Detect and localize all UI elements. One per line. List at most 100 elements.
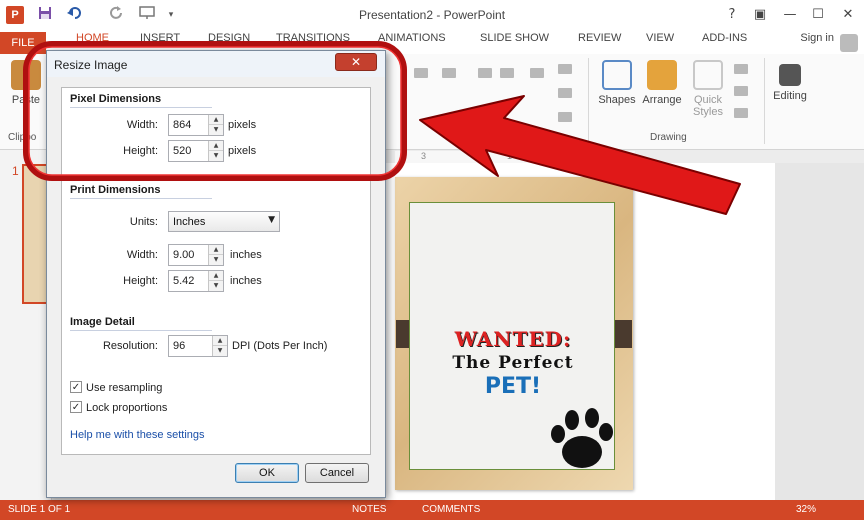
use-resampling-checkbox[interactable]: ✓ [70,381,82,393]
spin-up-icon[interactable]: ▲ [209,271,223,281]
shapes-label: Shapes [598,94,636,106]
resize-image-dialog: Resize Image ✕ Pixel Dimensions Width: 8… [46,50,386,498]
help-settings-link[interactable]: Help me with these settings [70,429,205,441]
editing-label: Editing [773,90,807,102]
line-spacing-icon[interactable] [530,68,544,78]
dropdown-arrow-icon: ▼ [268,215,275,225]
spin-down-icon[interactable]: ▼ [213,346,227,356]
numbering-icon[interactable] [442,68,456,78]
quick-styles-icon [693,60,723,90]
print-height-label: Height: [123,275,158,287]
text-direction-icon[interactable] [558,64,572,74]
shape-outline-icon[interactable] [734,86,748,96]
horizontal-ruler: 3 1 2 [395,151,635,163]
resolution-spinner: ▲ ▼ [212,336,227,356]
paste-icon [11,60,41,90]
close-button[interactable]: ✕ [836,4,860,26]
poster-pet-text: PET! [484,374,542,399]
wanted-poster-image[interactable]: WANTED: The Perfect PET! [395,177,633,490]
maximize-button[interactable]: ☐ [806,4,830,26]
ribbon-display-icon[interactable]: ▣ [748,4,772,26]
units-label: Units: [129,216,158,228]
pixel-dimensions-heading: Pixel Dimensions [70,93,162,105]
minimize-button[interactable]: — [778,4,802,26]
shape-effects-icon[interactable] [734,108,748,118]
pixel-height-label: Height: [123,145,158,157]
poster-perfect-text: The Perfect [452,353,574,373]
shape-fill-icon[interactable] [734,64,748,74]
poster-wanted-text: WANTED: [454,327,572,351]
drawing-group-label: Drawing [650,132,687,143]
pixel-height-unit: pixels [228,145,257,157]
print-dimensions-heading: Print Dimensions [70,184,161,196]
sign-in-link[interactable]: Sign in [800,32,834,44]
pixel-height-spinner: ▲ ▼ [208,141,223,161]
poster-paper: WANTED: The Perfect PET! [409,202,615,470]
clipboard-group-label: Clipbo [8,132,37,143]
quick-styles-button[interactable]: Quick Styles [688,60,728,118]
dialog-title: Resize Image [54,58,128,72]
dialog-body: Pixel Dimensions Width: 864 ▲ ▼ pixels H… [61,87,371,455]
ruler-tick: 1 [507,151,513,161]
editing-button[interactable]: Editing [768,60,812,102]
units-selected-value: Inches [173,216,206,228]
resolution-field[interactable]: 96 ▲ ▼ [168,335,228,357]
comments-button[interactable]: COMMENTS [422,504,480,515]
lock-proportions-label: Lock proportions [86,402,168,414]
tab-file[interactable]: FILE [0,32,46,54]
ok-button[interactable]: OK [235,463,299,483]
paw-print-icon [551,408,613,468]
spin-down-icon[interactable]: ▼ [209,151,223,161]
resolution-unit: DPI (Dots Per Inch) [232,340,328,352]
increase-indent-icon[interactable] [500,68,514,78]
units-dropdown[interactable]: Inches ▼ [168,211,280,232]
binoculars-icon [779,64,801,86]
arrange-button[interactable]: Arrange [640,60,684,106]
shapes-button[interactable]: Shapes [596,60,638,106]
tab-view[interactable]: VIEW [646,32,674,54]
notes-button[interactable]: NOTES [352,504,386,515]
tab-animations[interactable]: ANIMATIONS [378,32,446,54]
slide-thumbnails-pane: 1 [0,150,52,500]
quick-styles-label-2: Styles [693,106,723,118]
spin-up-icon[interactable]: ▲ [213,336,227,346]
pixel-width-field[interactable]: 864 ▲ ▼ [168,114,224,136]
cancel-button[interactable]: Cancel [305,463,369,483]
bullets-icon[interactable] [414,68,428,78]
ruler-tick: 3 [421,151,427,161]
pixel-height-field[interactable]: 520 ▲ ▼ [168,140,224,162]
pixel-width-spinner: ▲ ▼ [208,115,223,135]
decrease-indent-icon[interactable] [478,68,492,78]
spin-down-icon[interactable]: ▼ [209,255,223,265]
align-text-icon[interactable] [558,88,572,98]
print-height-field[interactable]: 5.42 ▲ ▼ [168,270,224,292]
spin-down-icon[interactable]: ▼ [209,281,223,291]
paste-button[interactable]: Paste [6,60,46,106]
slide-count-status: SLIDE 1 OF 1 [8,504,71,515]
print-width-unit: inches [230,249,262,261]
spin-up-icon[interactable]: ▲ [209,115,223,125]
shapes-icon [602,60,632,90]
resolution-label: Resolution: [102,340,158,352]
quick-styles-label-1: Quick [693,94,723,106]
title-bar: P ▾ Presentation2 - PowerPoint ? ▣ — ☐ ✕ [0,0,864,32]
spin-up-icon[interactable]: ▲ [209,245,223,255]
spin-up-icon[interactable]: ▲ [209,141,223,151]
print-height-value: 5.42 [173,275,195,287]
ruler-tick: 2 [583,151,589,161]
status-bar: SLIDE 1 OF 1 NOTES COMMENTS 32% [0,500,864,520]
tab-review[interactable]: REVIEW [578,32,621,54]
print-width-field[interactable]: 9.00 ▲ ▼ [168,244,224,266]
feedback-icon[interactable] [840,34,858,52]
smartart-icon[interactable] [558,112,572,122]
print-width-label: Width: [126,249,158,261]
zoom-level[interactable]: 32% [796,504,816,515]
help-icon[interactable]: ? [720,4,744,26]
slide-number: 1 [12,164,19,178]
dialog-close-button[interactable]: ✕ [335,53,377,71]
tab-slide-show[interactable]: SLIDE SHOW [480,32,549,54]
lock-proportions-checkbox[interactable]: ✓ [70,401,82,413]
tape-right [614,320,632,348]
tab-add-ins[interactable]: ADD-INS [702,32,747,54]
spin-down-icon[interactable]: ▼ [209,125,223,135]
